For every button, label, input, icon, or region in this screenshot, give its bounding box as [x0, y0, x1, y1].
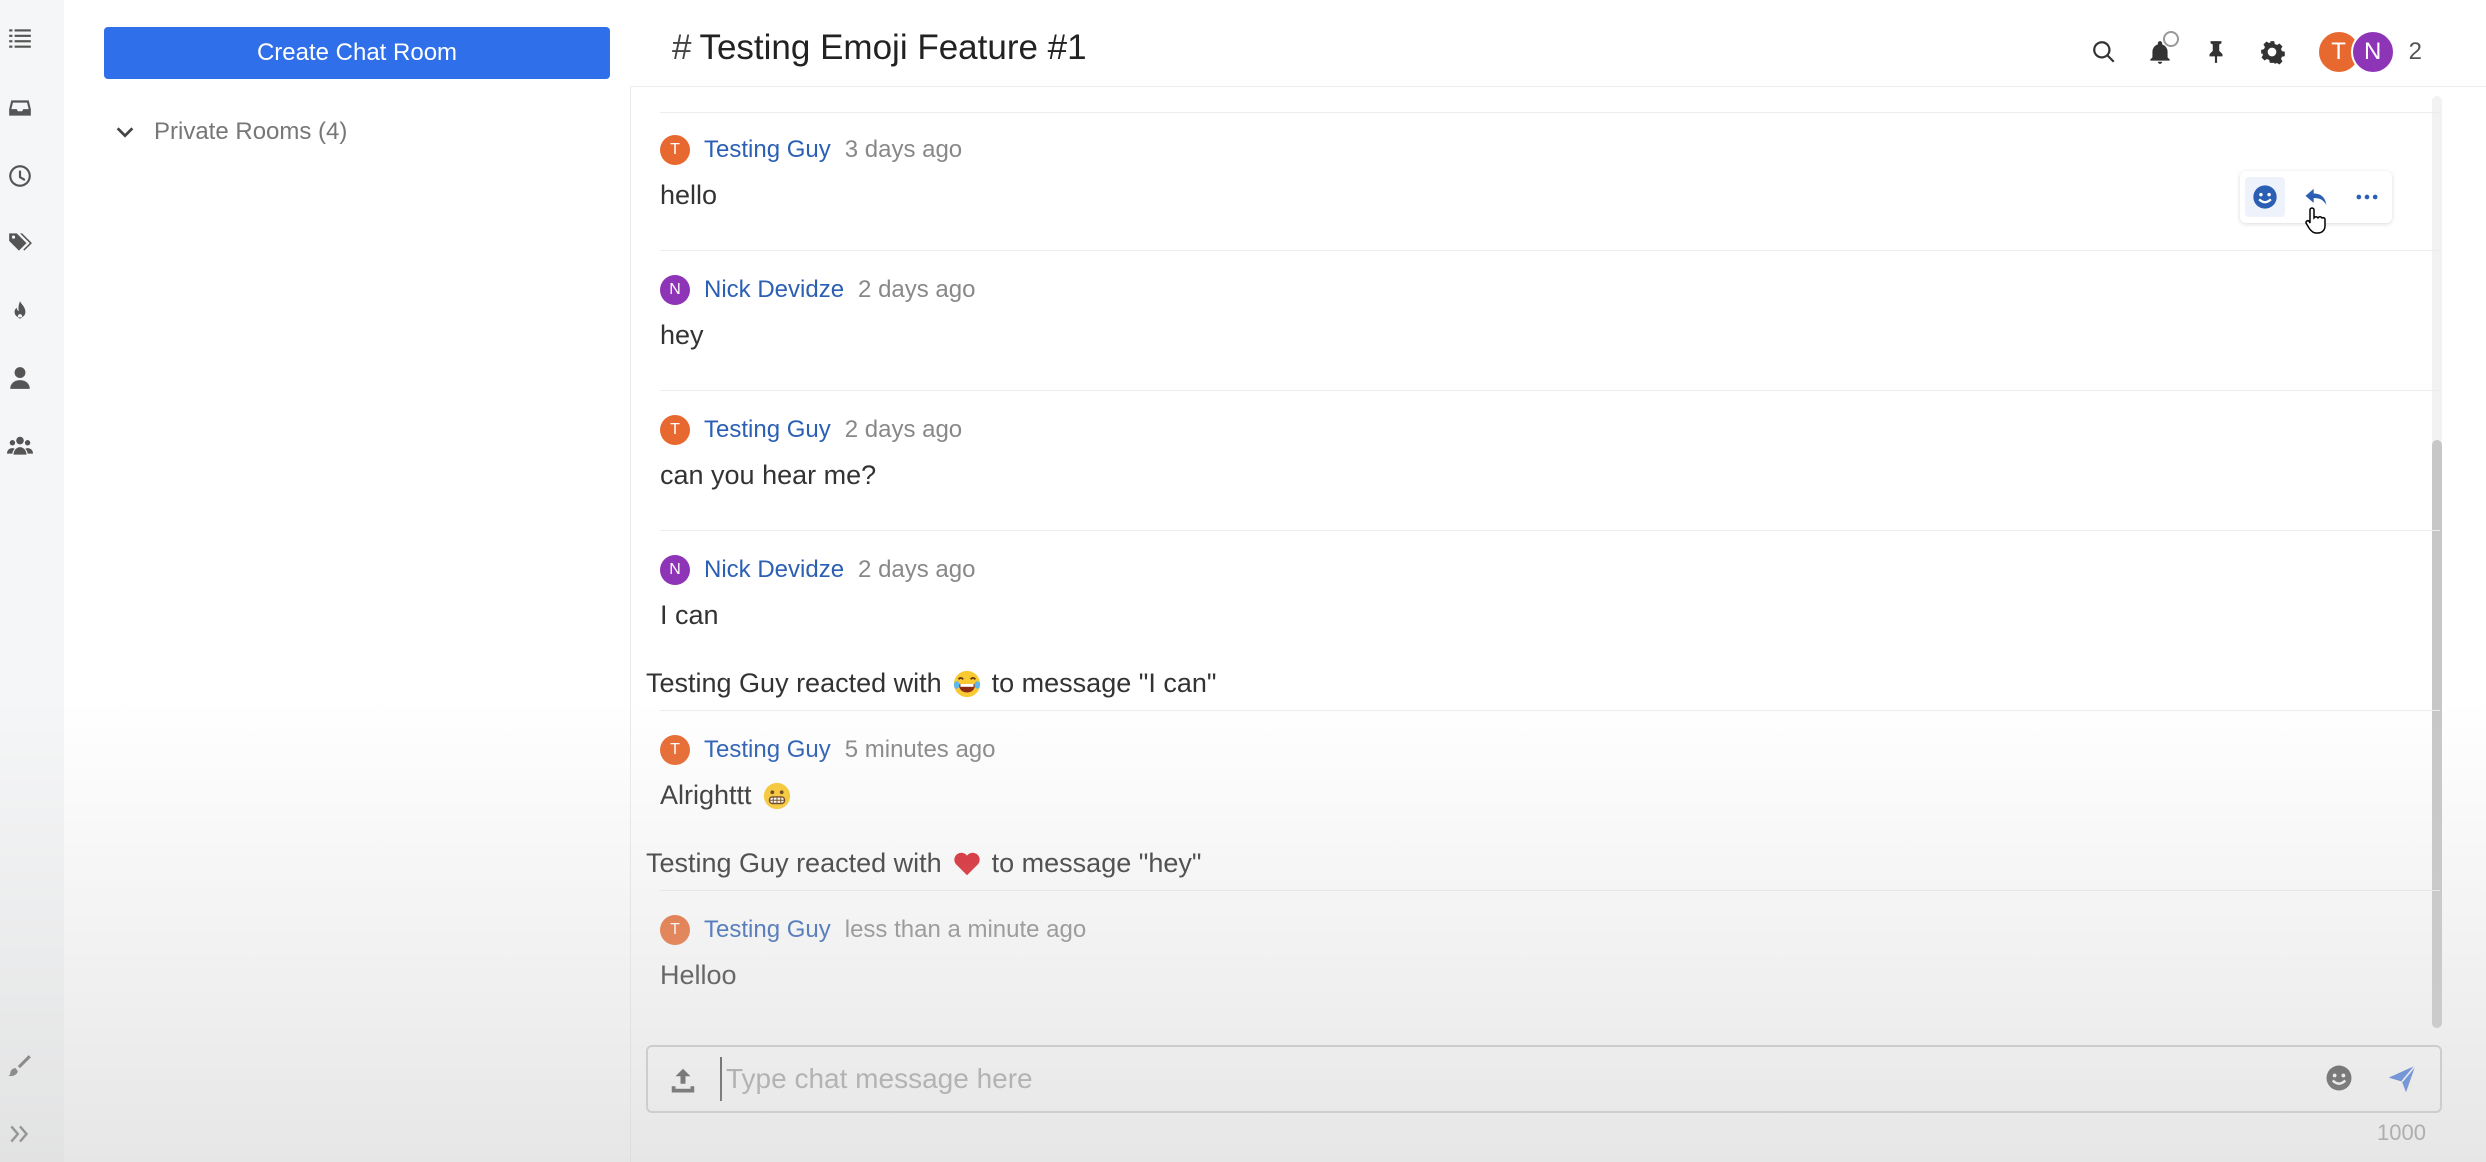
chevron-down-icon	[116, 127, 134, 138]
message-author[interactable]: Testing Guy	[704, 416, 831, 444]
message-time: 3 days ago	[844, 136, 963, 163]
icon-rail	[0, 0, 65, 1162]
message-author[interactable]: Nick Devidze	[704, 556, 844, 584]
avatar: T	[660, 915, 690, 945]
smiley-icon	[2253, 185, 2277, 209]
room-title-text: Testing Emoji Feature #1	[699, 28, 1087, 67]
brush-icon[interactable]	[0, 1046, 40, 1086]
message-composer	[646, 1045, 2442, 1113]
notification-indicator	[2162, 31, 2179, 47]
reaction-text: Testing Guy reacted with	[646, 668, 942, 698]
room-header: # Testing Emoji Feature #1 T N 2	[630, 0, 2486, 87]
private-rooms-toggle[interactable]: Private Rooms (4)	[114, 112, 347, 152]
inbox-icon[interactable]	[0, 88, 40, 128]
ellipsis-icon	[2356, 194, 2378, 200]
message-author[interactable]: Testing Guy	[704, 736, 831, 764]
participant-count: 2	[2408, 38, 2422, 65]
chat-main: # Testing Emoji Feature #1 T N 2 T Testi…	[630, 0, 2486, 1162]
divider	[660, 530, 2440, 531]
list-icon[interactable]	[0, 18, 40, 58]
message-text: Helloo	[660, 960, 737, 990]
reaction-notice: Testing Guy reacted with to message "hey…	[646, 848, 1201, 879]
hash-icon: #	[672, 28, 692, 67]
reaction-text: Testing Guy reacted with	[646, 848, 942, 878]
search-icon[interactable]	[2089, 37, 2119, 67]
expand-icon[interactable]	[0, 1114, 40, 1154]
message-text: I can	[660, 600, 719, 630]
message-time: 2 days ago	[844, 416, 963, 443]
avatar: N	[660, 275, 690, 305]
heart-emoji-icon	[954, 852, 980, 875]
message-list: T Testing Guy 3 days ago hello N Nick De…	[646, 96, 2440, 1036]
bell-icon[interactable]	[2145, 31, 2179, 67]
avatar: N	[660, 555, 690, 585]
user-icon[interactable]	[0, 358, 40, 398]
gear-icon[interactable]	[2257, 37, 2287, 67]
message-input[interactable]	[720, 1057, 2288, 1101]
message-author[interactable]: Testing Guy	[704, 136, 831, 164]
page-title: # Testing Emoji Feature #1	[672, 28, 1087, 68]
message-time: 2 days ago	[858, 276, 976, 303]
message-time: 2 days ago	[858, 556, 976, 583]
message-text: can you hear me?	[660, 460, 877, 490]
message-text: Alrighttt	[660, 780, 752, 810]
message-time: 5 minutes ago	[844, 736, 996, 763]
more-actions-button[interactable]	[2347, 177, 2387, 217]
reaction-target: to message "hey"	[991, 848, 1202, 878]
grin-emoji-icon	[763, 782, 790, 809]
char-limit: 1000	[2377, 1120, 2426, 1145]
message-time: less than a minute ago	[844, 916, 1087, 943]
team-icon[interactable]	[0, 426, 40, 466]
avatar: N	[2350, 30, 2395, 74]
emoji-picker-icon[interactable]	[2324, 1063, 2354, 1093]
fire-icon[interactable]	[0, 292, 40, 332]
message-text: hello	[660, 180, 718, 210]
add-reaction-button[interactable]	[2245, 177, 2286, 217]
pin-icon[interactable]	[2201, 37, 2231, 67]
message-text: hey	[660, 320, 704, 350]
clock-icon[interactable]	[0, 156, 40, 196]
message-author[interactable]: Testing Guy	[704, 916, 831, 944]
divider	[660, 890, 2440, 891]
reaction-notice: Testing Guy reacted with to message "I c…	[646, 668, 1216, 699]
laughing-emoji-icon	[953, 670, 980, 697]
participant-avatars[interactable]: T N	[2316, 30, 2395, 74]
upload-icon[interactable]	[668, 1065, 698, 1095]
avatar: T	[660, 135, 690, 165]
hand-cursor-icon	[2305, 207, 2326, 234]
avatar: T	[660, 735, 690, 765]
avatar: T	[660, 415, 690, 445]
private-rooms-label: Private Rooms (4)	[154, 118, 348, 145]
divider	[660, 112, 2440, 113]
divider	[660, 250, 2440, 251]
send-icon[interactable]	[2386, 1063, 2418, 1095]
create-chat-room-button[interactable]: Create Chat Room	[104, 27, 610, 79]
divider	[660, 710, 2440, 711]
message-author[interactable]: Nick Devidze	[704, 276, 844, 304]
room-sidebar: Create Chat Room Private Rooms (4)	[64, 0, 631, 1162]
tags-icon[interactable]	[0, 222, 40, 262]
divider	[660, 390, 2440, 391]
reaction-target: to message "I can"	[991, 668, 1217, 698]
